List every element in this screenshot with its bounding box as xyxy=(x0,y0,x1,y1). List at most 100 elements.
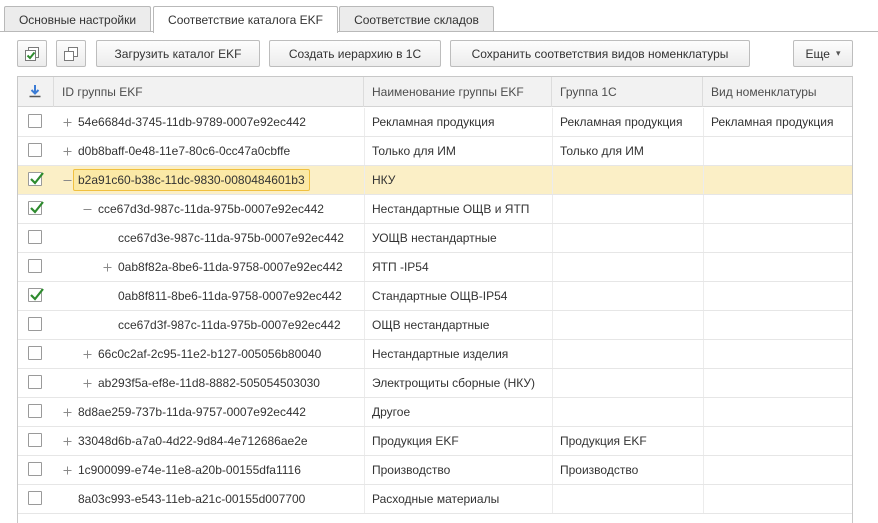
cell-ekf-group-name[interactable]: УОЩВ нестандартные xyxy=(372,224,550,252)
cell-ekf-group-name[interactable]: Нестандартные изделия xyxy=(372,340,550,368)
table-row[interactable]: cce67d3e-987c-11da-975b-0007e92ec442 УОЩВ… xyxy=(18,224,852,253)
cell-ekf-group-id[interactable]: 8a03c993-e543-11eb-a21c-00155d007700 xyxy=(62,485,360,513)
expand-icon[interactable] xyxy=(62,146,72,156)
cell-ekf-group-id[interactable]: d0b8baff-0e48-11e7-80c6-0cc47a0cbffe xyxy=(62,137,360,165)
row-checkbox[interactable] xyxy=(28,491,42,505)
cell-ekf-group-id[interactable]: 8d8ae259-737b-11da-9757-0007e92ec442 xyxy=(62,398,360,426)
table-row[interactable]: cce67d3d-987c-11da-975b-0007e92ec442 Нест… xyxy=(18,195,852,224)
cell-ekf-group-name[interactable]: Производство xyxy=(372,456,550,484)
cell-ekf-group-id[interactable]: b2a91c60-b38c-11dc-9830-0080484601b3 xyxy=(62,166,360,194)
row-checkbox[interactable] xyxy=(28,172,44,186)
expand-icon[interactable] xyxy=(62,436,72,446)
cell-nomenclature-kind[interactable]: Рекламная продукция xyxy=(711,108,850,136)
header-1c-group[interactable]: Группа 1С xyxy=(552,77,703,107)
cell-1c-group[interactable] xyxy=(560,369,701,397)
row-checkbox[interactable] xyxy=(28,201,44,215)
cell-1c-group[interactable] xyxy=(560,398,701,426)
header-ekf-group-id[interactable]: ID группы EKF xyxy=(54,77,364,107)
table-row[interactable]: cce67d3f-987c-11da-975b-0007e92ec442 ОЩВ … xyxy=(18,311,852,340)
cell-nomenclature-kind[interactable] xyxy=(711,456,850,484)
row-checkbox[interactable] xyxy=(28,404,42,418)
cell-ekf-group-name[interactable]: ЯТП -IP54 xyxy=(372,253,550,281)
table-row[interactable]: 1c900099-e74e-11e8-a20b-00155dfa1116 Прои… xyxy=(18,456,852,485)
cell-1c-group[interactable]: Продукция EKF xyxy=(560,427,701,455)
cell-nomenclature-kind[interactable] xyxy=(711,485,850,513)
cell-nomenclature-kind[interactable] xyxy=(711,166,850,194)
cell-1c-group[interactable] xyxy=(560,282,701,310)
cell-ekf-group-id[interactable]: 54e6684d-3745-11db-9789-0007e92ec442 xyxy=(62,108,360,136)
row-checkbox[interactable] xyxy=(28,317,42,331)
cell-1c-group[interactable] xyxy=(560,166,701,194)
table-row[interactable]: 0ab8f82a-8be6-11da-9758-0007e92ec442 ЯТП … xyxy=(18,253,852,282)
tab-warehouse-mapping[interactable]: Соответствие складов xyxy=(339,6,494,32)
row-checkbox[interactable] xyxy=(28,259,42,273)
cell-nomenclature-kind[interactable] xyxy=(711,369,850,397)
cell-ekf-group-id[interactable]: cce67d3f-987c-11da-975b-0007e92ec442 xyxy=(102,311,360,339)
collapse-icon[interactable] xyxy=(62,175,72,185)
cell-ekf-group-id[interactable]: cce67d3d-987c-11da-975b-0007e92ec442 xyxy=(82,195,360,223)
cell-nomenclature-kind[interactable] xyxy=(711,282,850,310)
expand-icon[interactable] xyxy=(62,407,72,417)
table-row[interactable]: 8d8ae259-737b-11da-9757-0007e92ec442 Друг… xyxy=(18,398,852,427)
cell-ekf-group-id[interactable]: 0ab8f82a-8be6-11da-9758-0007e92ec442 xyxy=(102,253,360,281)
cell-nomenclature-kind[interactable] xyxy=(711,427,850,455)
more-menu-button[interactable]: Еще ▾ xyxy=(793,40,853,67)
expand-icon[interactable] xyxy=(62,465,72,475)
cell-1c-group[interactable] xyxy=(560,340,701,368)
cell-nomenclature-kind[interactable] xyxy=(711,195,850,223)
copy-button[interactable] xyxy=(56,40,86,67)
row-checkbox[interactable] xyxy=(28,433,42,447)
load-catalog-button[interactable]: Загрузить каталог EKF xyxy=(96,40,260,67)
create-hierarchy-button[interactable]: Создать иерархию в 1С xyxy=(269,40,441,67)
expand-icon[interactable] xyxy=(82,378,92,388)
cell-1c-group[interactable] xyxy=(560,224,701,252)
table-row[interactable]: 0ab8f811-8be6-11da-9758-0007e92ec442 Стан… xyxy=(18,282,852,311)
cell-ekf-group-id[interactable]: ab293f5a-ef8e-11d8-8882-505054503030 xyxy=(82,369,360,397)
cell-ekf-group-name[interactable]: ОЩВ нестандартные xyxy=(372,311,550,339)
ekf-catalog-table[interactable]: ID группы EKF Наименование группы EKF Гр… xyxy=(17,76,853,523)
cell-ekf-group-id[interactable]: 0ab8f811-8be6-11da-9758-0007e92ec442 xyxy=(102,282,360,310)
cell-1c-group[interactable] xyxy=(560,195,701,223)
cell-ekf-group-name[interactable]: Только для ИМ xyxy=(372,137,550,165)
cell-ekf-group-name[interactable]: Другое xyxy=(372,398,550,426)
row-checkbox[interactable] xyxy=(28,143,42,157)
expand-icon[interactable] xyxy=(102,262,112,272)
table-row[interactable]: b2a91c60-b38c-11dc-9830-0080484601b3 НКУ xyxy=(18,166,852,195)
collapse-icon[interactable] xyxy=(82,204,92,214)
save-mapping-button[interactable]: Сохранить соответствия видов номенклатур… xyxy=(450,40,750,67)
cell-1c-group[interactable]: Рекламная продукция xyxy=(560,108,701,136)
tab-ekf-catalog-mapping[interactable]: Соответствие каталога EKF xyxy=(153,6,338,33)
cell-ekf-group-name[interactable]: Расходные материалы xyxy=(372,485,550,513)
cell-ekf-group-id[interactable]: 66c0c2af-2c95-11e2-b127-005056b80040 xyxy=(82,340,360,368)
tab-main-settings[interactable]: Основные настройки xyxy=(4,6,151,32)
cell-ekf-group-id[interactable]: cce67d3e-987c-11da-975b-0007e92ec442 xyxy=(102,224,360,252)
cell-ekf-group-name[interactable]: Нестандартные ОЩВ и ЯТП xyxy=(372,195,550,223)
cell-1c-group[interactable] xyxy=(560,485,701,513)
cell-ekf-group-name[interactable]: НКУ xyxy=(372,166,550,194)
row-checkbox[interactable] xyxy=(28,346,42,360)
row-checkbox[interactable] xyxy=(28,114,42,128)
cell-ekf-group-name[interactable]: Электрощиты сборные (НКУ) xyxy=(372,369,550,397)
header-mark-column[interactable] xyxy=(18,77,54,107)
row-checkbox[interactable] xyxy=(28,288,44,302)
row-checkbox[interactable] xyxy=(28,462,42,476)
cell-1c-group[interactable]: Только для ИМ xyxy=(560,137,701,165)
cell-ekf-group-id[interactable]: 1c900099-e74e-11e8-a20b-00155dfa1116 xyxy=(62,456,360,484)
cell-ekf-group-name[interactable]: Рекламная продукция xyxy=(372,108,550,136)
table-row[interactable]: 8a03c993-e543-11eb-a21c-00155d007700 Расх… xyxy=(18,485,852,514)
header-nomenclature-kind[interactable]: Вид номенклатуры xyxy=(703,77,852,107)
cell-nomenclature-kind[interactable] xyxy=(711,398,850,426)
cell-ekf-group-id[interactable]: 33048d6b-a7a0-4d22-9d84-4e712686ae2e xyxy=(62,427,360,455)
cell-nomenclature-kind[interactable] xyxy=(711,340,850,368)
row-checkbox[interactable] xyxy=(28,230,42,244)
check-all-button[interactable] xyxy=(17,40,47,67)
cell-ekf-group-name[interactable]: Продукция EKF xyxy=(372,427,550,455)
cell-nomenclature-kind[interactable] xyxy=(711,224,850,252)
header-ekf-group-name[interactable]: Наименование группы EKF xyxy=(364,77,552,107)
table-row[interactable]: 54e6684d-3745-11db-9789-0007e92ec442 Рекл… xyxy=(18,108,852,137)
table-row[interactable]: 66c0c2af-2c95-11e2-b127-005056b80040 Нест… xyxy=(18,340,852,369)
cell-nomenclature-kind[interactable] xyxy=(711,253,850,281)
cell-1c-group[interactable] xyxy=(560,253,701,281)
expand-icon[interactable] xyxy=(62,117,72,127)
table-row[interactable]: d0b8baff-0e48-11e7-80c6-0cc47a0cbffe Толь… xyxy=(18,137,852,166)
